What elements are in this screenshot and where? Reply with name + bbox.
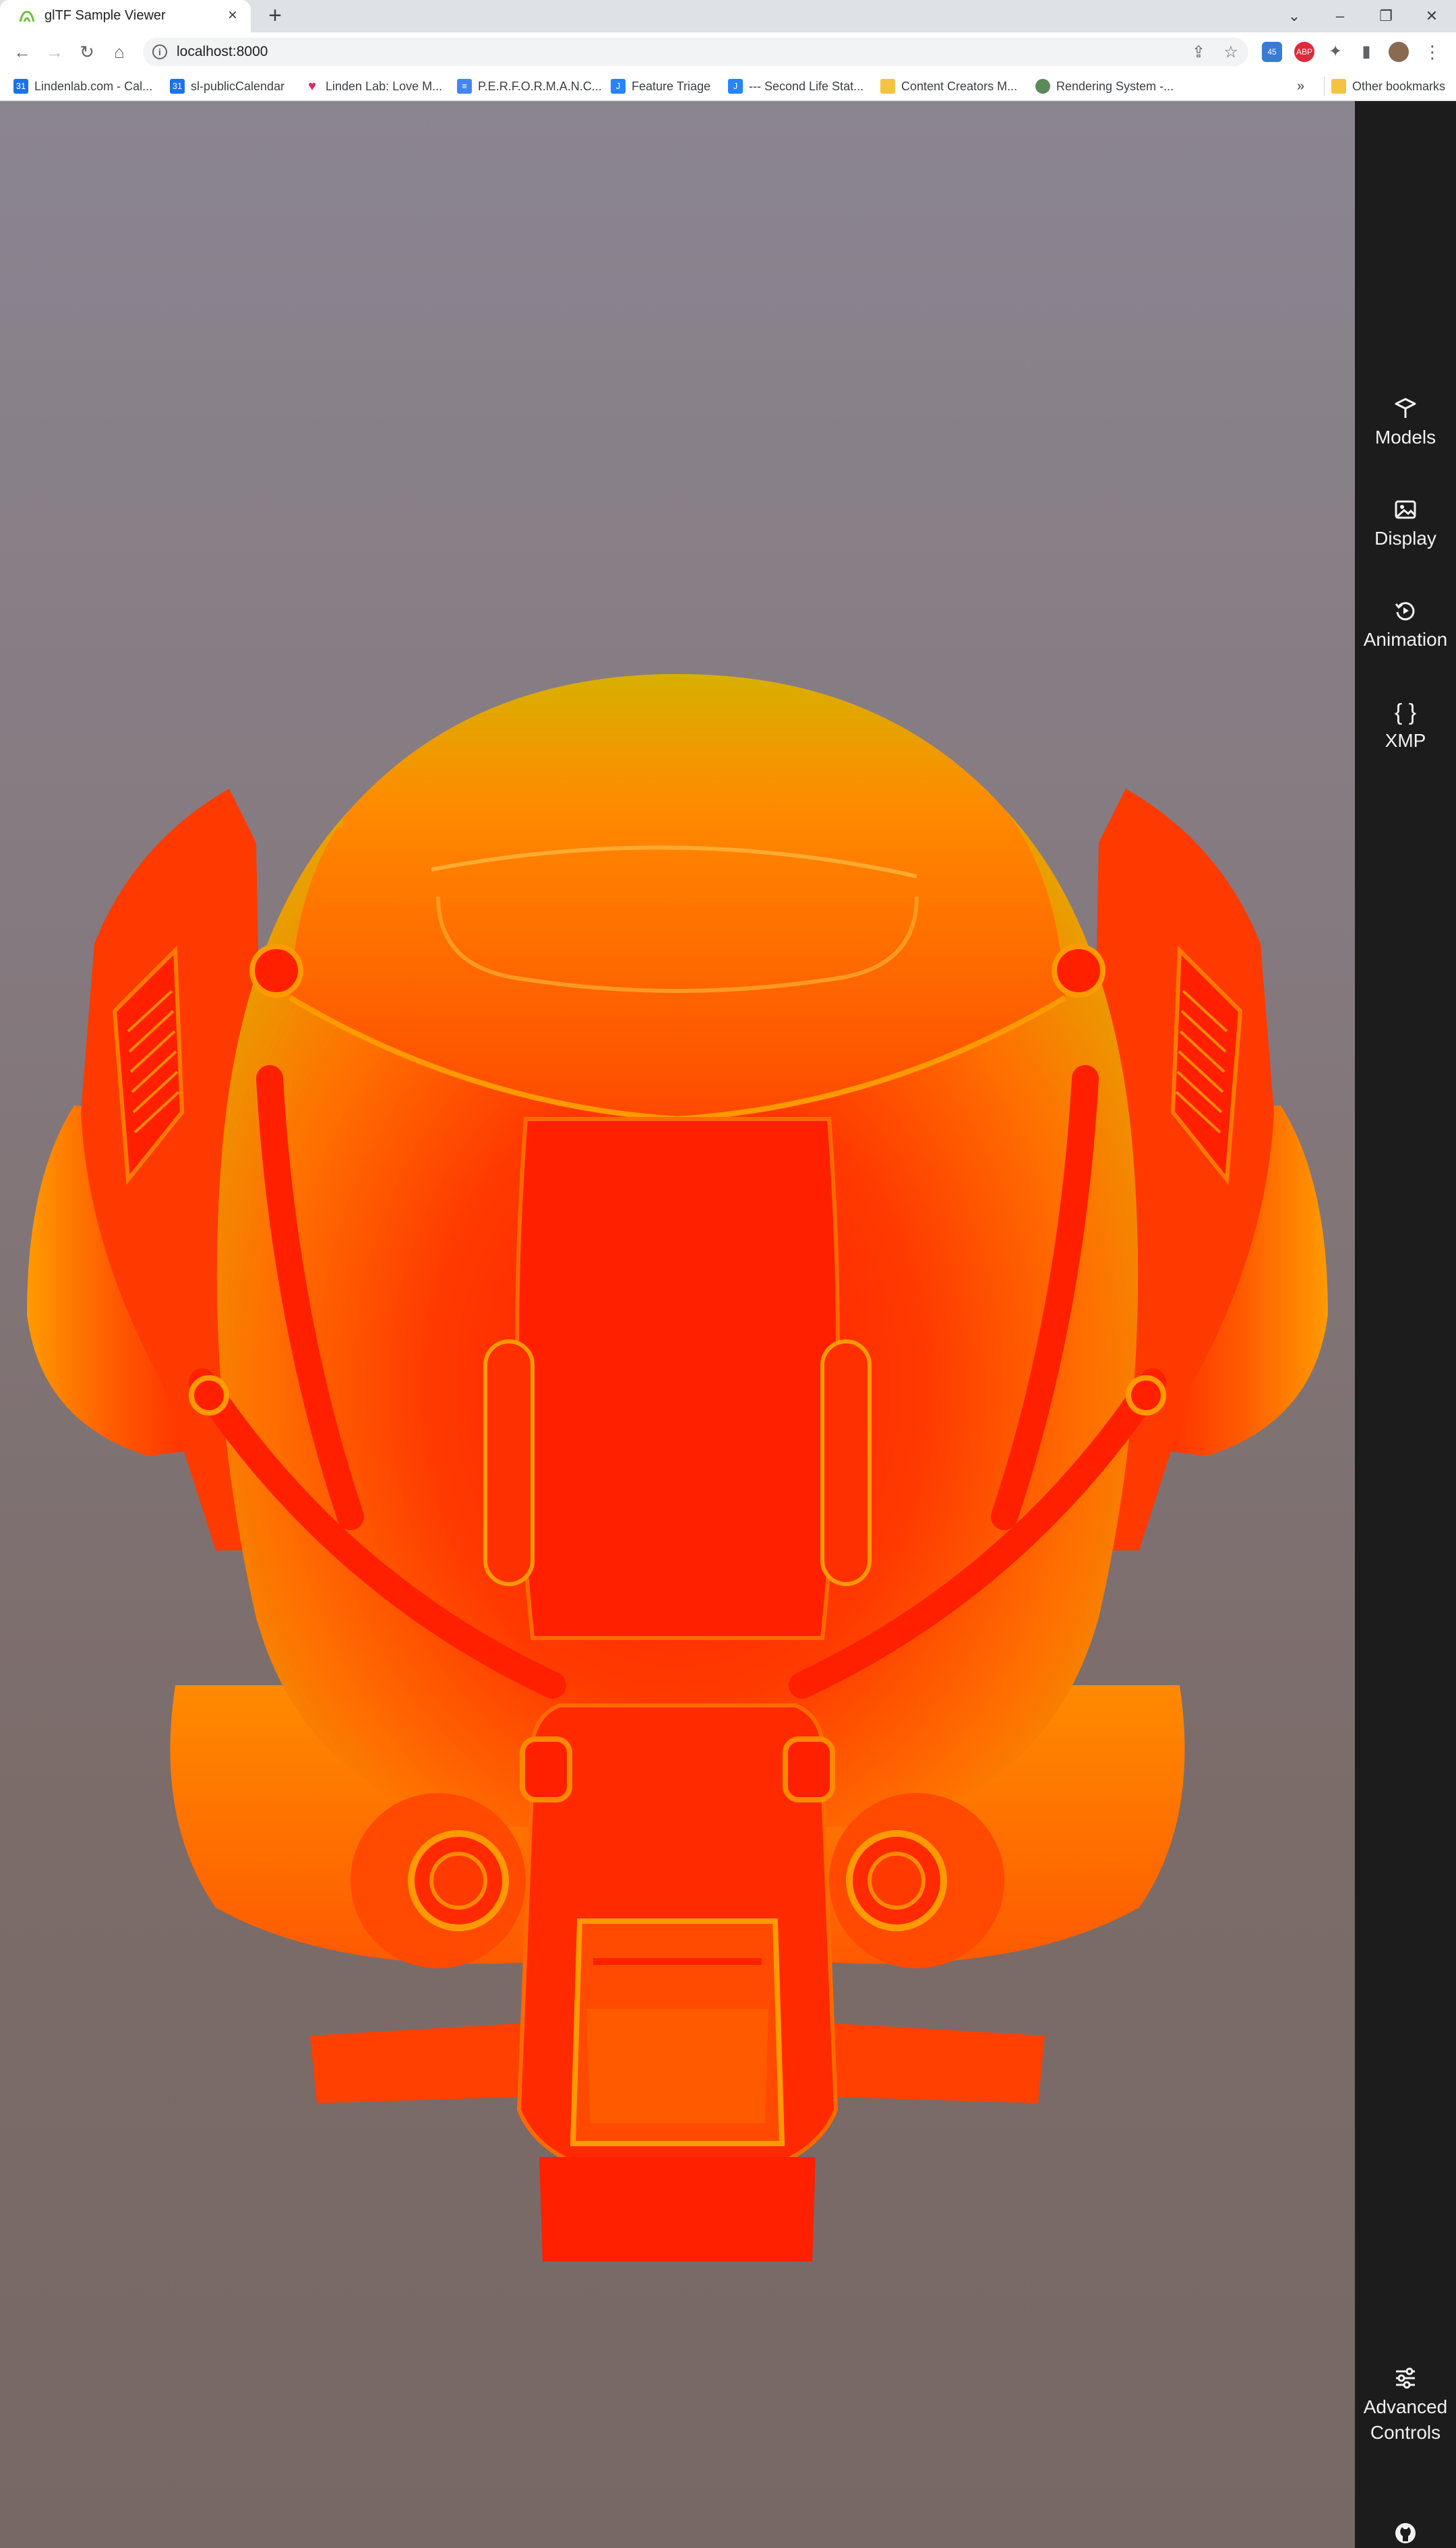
menu-kebab-icon[interactable]: ⋮	[1422, 42, 1443, 62]
calendar-icon: 31	[170, 79, 185, 94]
tab-title: glTF Sample Viewer	[44, 8, 166, 23]
sidebar-item-label: Display	[1374, 528, 1436, 549]
forward-icon[interactable]: →	[43, 40, 66, 63]
extension-icon[interactable]: 45	[1262, 42, 1282, 62]
braces-icon: { }	[1394, 700, 1417, 725]
sidebar-item-label: Animation	[1363, 629, 1448, 650]
tab-strip: glTF Sample Viewer × + ⌄ – ❐ ✕	[0, 0, 1456, 32]
close-window-button[interactable]: ✕	[1418, 4, 1445, 28]
sidebar-item-label: XMP	[1385, 730, 1426, 751]
bookmark-item[interactable]: Rendering System -...	[1035, 77, 1174, 96]
browser-tab[interactable]: glTF Sample Viewer ×	[0, 0, 251, 32]
site-info-icon[interactable]: i	[152, 44, 167, 59]
bookmark-item[interactable]: 31 Lindenlab.com - Cal...	[13, 77, 152, 96]
sidebar-item-label: Advanced	[1363, 2396, 1448, 2417]
restore-button[interactable]: ❐	[1372, 4, 1399, 28]
tab-search-icon[interactable]: ⌄	[1281, 4, 1308, 28]
bookmark-item[interactable]: ≡ P.E.R.F.O.R.M.A.N.C...	[457, 77, 602, 96]
gltf-logo-icon	[19, 11, 35, 22]
profile-avatar[interactable]	[1389, 42, 1409, 62]
bookmarks-overflow-button[interactable]: »	[1297, 77, 1304, 96]
reload-icon[interactable]: ↻	[75, 40, 98, 63]
url-text[interactable]: localhost:8000	[177, 44, 268, 60]
sidebar: Models Display Animation { } XMP Advance…	[1355, 101, 1456, 2548]
calendar-icon: 31	[13, 79, 28, 94]
jira-icon: J	[728, 79, 743, 94]
bookmark-star-icon[interactable]: ☆	[1221, 43, 1240, 62]
folder-icon	[880, 79, 895, 94]
sidebar-item-label: Models	[1374, 427, 1436, 448]
back-icon[interactable]: ←	[11, 40, 34, 63]
bookmark-item[interactable]: J Feature Triage	[611, 77, 710, 96]
cube-icon	[1395, 398, 1416, 418]
sidebar-item-xmp[interactable]: { } XMP	[1355, 700, 1456, 754]
minimize-button[interactable]: –	[1327, 4, 1354, 28]
sliders-icon	[1396, 2367, 1415, 2389]
home-icon[interactable]: ⌂	[108, 40, 131, 63]
bookmarks-bar: 31 Lindenlab.com - Cal... 31 sl-publicCa…	[0, 71, 1456, 101]
github-link[interactable]	[1355, 2521, 1456, 2548]
browser-toolbar: ← → ↻ ⌂ i localhost:8000 ⇪ ☆ 45 ABP ✦ ▮ …	[0, 32, 1456, 71]
bookmark-item[interactable]: Content Creators M...	[880, 77, 1017, 96]
globe-icon	[1035, 79, 1050, 94]
adblock-icon[interactable]: ABP	[1294, 42, 1314, 62]
sidebar-item-advanced-controls[interactable]: Advanced Controls	[1355, 2366, 1456, 2446]
share-icon[interactable]: ⇪	[1189, 43, 1208, 62]
sidebar-item-display[interactable]: Display	[1355, 497, 1456, 551]
other-bookmarks[interactable]: Other bookmarks	[1324, 77, 1445, 96]
helmet-model-render	[27, 674, 1328, 2262]
replay-icon	[1395, 602, 1415, 621]
sidebar-item-label: Controls	[1370, 2422, 1441, 2443]
bookmark-item[interactable]: J --- Second Life Stat...	[728, 77, 863, 96]
heart-icon: ♥	[308, 79, 316, 94]
address-bar[interactable]: i localhost:8000 ⇪ ☆	[143, 38, 1248, 66]
github-icon	[1395, 2523, 1416, 2543]
sidebar-item-models[interactable]: Models	[1355, 396, 1456, 450]
close-tab-icon[interactable]: ×	[224, 7, 241, 24]
image-icon	[1395, 500, 1416, 519]
bookmark-item[interactable]: ♥ Linden Lab: Love M...	[305, 77, 442, 96]
new-tab-button[interactable]: +	[263, 4, 287, 28]
folder-icon	[1331, 79, 1346, 94]
extensions-puzzle-icon[interactable]: ✦	[1325, 42, 1345, 62]
extension-badge: 45	[1267, 47, 1277, 57]
jira-icon: J	[611, 79, 626, 94]
3d-viewport-canvas[interactable]	[0, 101, 1355, 2548]
sidebar-item-animation[interactable]: Animation	[1355, 599, 1456, 653]
docs-icon: ≡	[457, 79, 472, 94]
bookmark-item[interactable]: 31 sl-publicCalendar	[170, 77, 284, 96]
side-panel-icon[interactable]: ▮	[1356, 42, 1376, 62]
